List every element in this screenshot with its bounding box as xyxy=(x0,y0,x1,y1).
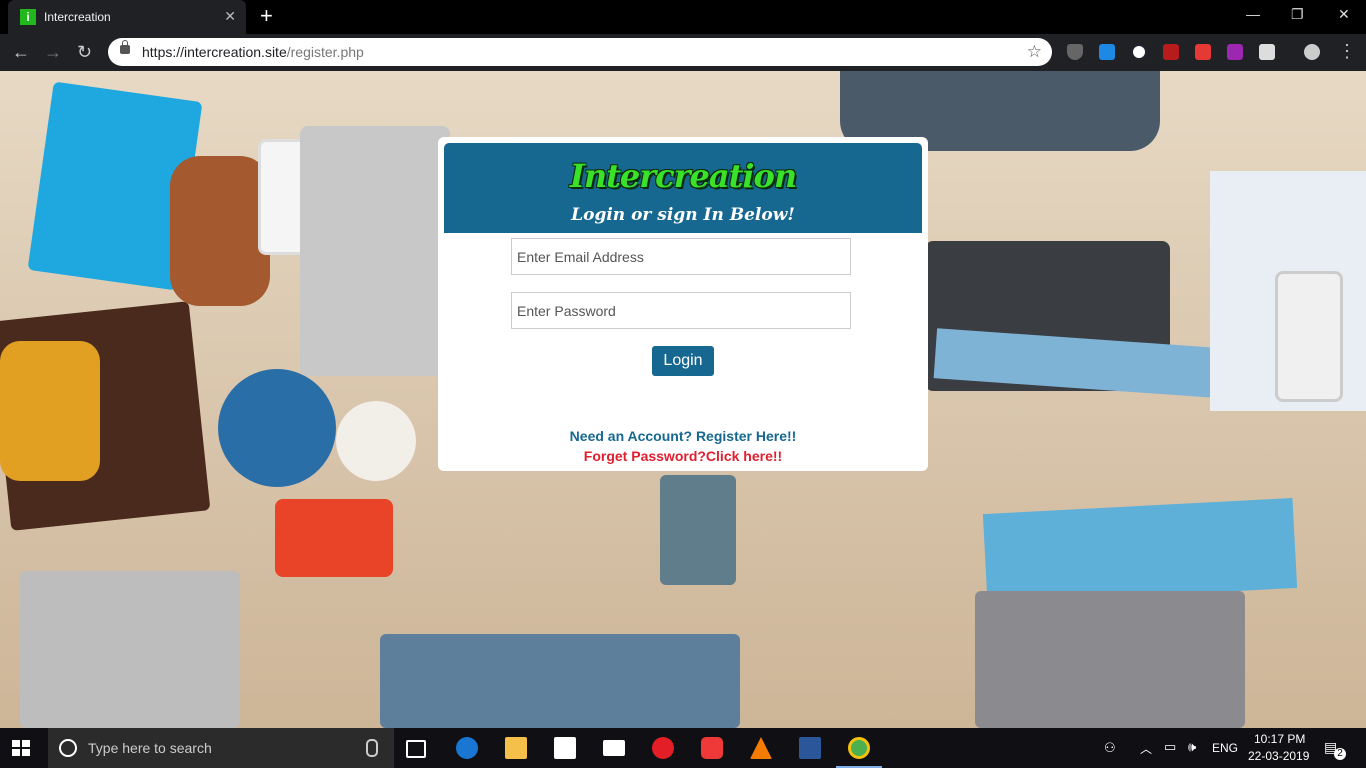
register-row: Need an Account? Register Here!! xyxy=(438,428,928,444)
laptop-bottom-right xyxy=(975,591,1245,728)
people-icon[interactable]: ⚇ xyxy=(1104,740,1116,756)
email-field[interactable] xyxy=(511,238,851,275)
vivaldi-icon[interactable] xyxy=(701,737,723,759)
store-icon[interactable] xyxy=(554,737,576,759)
tab-close-icon[interactable]: ✕ xyxy=(224,8,236,25)
file-explorer-icon[interactable] xyxy=(505,737,527,759)
login-card: Intercreation Login or sign In Below! Lo… xyxy=(438,137,928,471)
minimize-window-icon[interactable]: — xyxy=(1246,6,1260,22)
browser-toolbar: ← → ↻ https://intercreation.site/registe… xyxy=(0,34,1366,71)
pdf-converter-extension-icon[interactable] xyxy=(1227,44,1243,60)
reload-icon[interactable]: ↻ xyxy=(77,42,92,63)
cortana-circle-icon xyxy=(59,739,77,757)
profile-avatar-icon[interactable] xyxy=(1304,44,1320,60)
chrome-icon[interactable] xyxy=(848,737,870,759)
site-favicon-icon: i xyxy=(20,9,36,25)
lock-icon xyxy=(120,40,130,54)
card-header: Intercreation Login or sign In Below! xyxy=(444,143,922,233)
word-icon[interactable] xyxy=(799,737,821,759)
laptop-bottom-center xyxy=(380,634,740,728)
laptop-bottom-left xyxy=(20,571,240,728)
network-icon[interactable]: ▭ xyxy=(1164,739,1176,755)
edge-browser-icon[interactable] xyxy=(456,737,478,759)
pdf-extension-icon[interactable] xyxy=(1163,44,1179,60)
language-indicator[interactable]: ENG xyxy=(1212,741,1238,755)
brand-title: Intercreation xyxy=(569,157,797,195)
browser-tabstrip: i Intercreation ✕ + — ❐ ✕ xyxy=(0,0,1366,34)
clock-time[interactable]: 10:17 PM xyxy=(1254,732,1305,746)
login-subtitle: Login or sign In Below! xyxy=(571,205,795,225)
address-bar[interactable]: https://intercreation.site/register.php … xyxy=(108,38,1052,66)
power-bank-image xyxy=(660,475,736,585)
windows-start-icon[interactable] xyxy=(12,740,30,756)
windows-taskbar: Type here to search ⚇ ︿ ▭ 🕪 ENG 10:17 PM… xyxy=(0,728,1366,768)
opera-icon[interactable] xyxy=(652,737,674,759)
restore-window-icon[interactable]: ❐ xyxy=(1291,6,1304,23)
cube-extension-icon[interactable] xyxy=(1259,44,1275,60)
laptop-left xyxy=(300,126,450,376)
phone-right-image xyxy=(1275,271,1343,402)
browser-tab[interactable]: i Intercreation ✕ xyxy=(8,0,246,34)
yellow-pouch xyxy=(0,341,100,481)
block-extension-icon[interactable] xyxy=(1131,44,1147,60)
url-host: https://intercreation.site xyxy=(142,44,287,60)
taskbar-search-box[interactable]: Type here to search xyxy=(48,728,394,768)
tab-title: Intercreation xyxy=(44,10,111,24)
laptop-bottom-right-screen xyxy=(982,497,1298,605)
clock-date[interactable]: 22-03-2019 xyxy=(1248,749,1309,763)
new-tab-icon[interactable]: + xyxy=(260,5,273,27)
menu-dots-icon[interactable]: ⋮ xyxy=(1338,41,1356,62)
forward-arrow-icon[interactable]: → xyxy=(44,42,62,63)
task-view-icon[interactable] xyxy=(406,740,426,758)
forgot-password-link[interactable]: Forget Password?Click here!! xyxy=(584,448,782,464)
url-text: https://intercreation.site/register.php xyxy=(142,44,364,60)
url-path: /register.php xyxy=(286,44,364,60)
notification-count-badge: 2 xyxy=(1334,748,1346,760)
back-arrow-icon[interactable]: ← xyxy=(12,42,30,63)
bookmark-star-icon[interactable]: ☆ xyxy=(1027,42,1042,62)
hard-drive-image xyxy=(275,499,393,577)
cup-image xyxy=(336,401,416,481)
microphone-icon[interactable] xyxy=(366,739,378,757)
login-button[interactable]: Login xyxy=(652,346,714,376)
s-extension-icon[interactable] xyxy=(1099,44,1115,60)
leather-pouch xyxy=(170,156,270,306)
tray-chevron-icon[interactable]: ︿ xyxy=(1140,740,1152,757)
red-extension-icon[interactable] xyxy=(1195,44,1211,60)
mail-icon[interactable] xyxy=(603,740,625,756)
password-field[interactable] xyxy=(511,292,851,329)
forgot-row: Forget Password?Click here!! xyxy=(438,448,928,464)
bowl-image xyxy=(218,369,336,487)
page-background: Intercreation Login or sign In Below! Lo… xyxy=(0,71,1366,728)
volume-icon[interactable]: 🕪 xyxy=(1188,739,1196,755)
register-link[interactable]: Need an Account? Register Here!! xyxy=(570,428,797,444)
taskbar-search-placeholder: Type here to search xyxy=(88,740,212,756)
vlc-icon[interactable] xyxy=(750,737,772,759)
shield-extension-icon[interactable] xyxy=(1067,44,1083,60)
close-window-icon[interactable]: ✕ xyxy=(1338,6,1350,23)
